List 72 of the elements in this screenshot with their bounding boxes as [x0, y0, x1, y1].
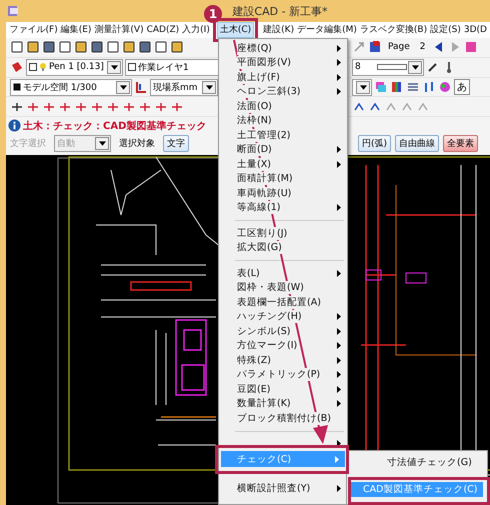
- caret-icon: [412, 64, 418, 70]
- layer-dropdown[interactable]: 作業レイヤ1: [125, 58, 218, 76]
- caret-icon: [120, 84, 126, 90]
- menu-item[interactable]: 工区割り(J): [237, 226, 288, 240]
- menu-item[interactable]: 特殊(Z): [237, 354, 271, 367]
- step-badge: 1: [204, 5, 222, 23]
- pen-dropdown[interactable]: Pen 1 [0.13]: [26, 58, 123, 76]
- menu-item[interactable]: 数量計算(K): [237, 397, 291, 410]
- square-icon: [13, 83, 21, 92]
- menu-item[interactable]: 図枠・表題(W): [237, 281, 304, 294]
- menu-item[interactable]: 方位マーク(I): [237, 339, 298, 352]
- menu-bar-item[interactable]: 建設(K): [262, 23, 296, 37]
- menu-bar-item[interactable]: データ編集(M): [296, 23, 358, 37]
- menu-item[interactable]: ブロック積割付け(B): [237, 412, 331, 425]
- menu-item[interactable]: ハッチング(H): [237, 310, 302, 324]
- page-setup-icon[interactable]: [464, 40, 478, 54]
- menu-bar-item[interactable]: ラスベク変換(B): [358, 23, 429, 37]
- menu-item[interactable]: 土量(X): [237, 158, 271, 171]
- menu-item[interactable]: 旗上げ(F): [237, 70, 280, 84]
- menu-item[interactable]: 法面(O): [237, 100, 272, 113]
- menu-item[interactable]: 等高線(1): [237, 201, 280, 214]
- menu-item[interactable]: 横断設計照査(Y): [237, 482, 310, 496]
- menu-item[interactable]: シンボル(S): [237, 324, 290, 338]
- layers-icon[interactable]: [374, 80, 388, 94]
- menu-item[interactable]: 土工管理(2): [237, 128, 290, 142]
- font-button[interactable]: あ: [454, 79, 470, 96]
- dropdown[interactable]: [352, 78, 372, 96]
- menu-bar-item[interactable]: ファイル(F): [8, 23, 60, 37]
- caret-icon: [206, 84, 212, 90]
- page-icon[interactable]: [368, 40, 382, 54]
- filter-button[interactable]: 円(弧): [358, 135, 392, 152]
- page-label: Page: [388, 42, 410, 52]
- target-label: 選択対象: [119, 138, 155, 150]
- axis-icon[interactable]: [134, 80, 148, 94]
- menu-item[interactable]: 寸法値チェック(G): [347, 455, 487, 470]
- menu-item[interactable]: 断面(D): [237, 143, 272, 156]
- menu-item[interactable]: 拡大図(G): [237, 241, 282, 254]
- menu-item[interactable]: 座標(Q): [237, 42, 272, 55]
- text-button[interactable]: 文字: [163, 135, 189, 152]
- line-width-dropdown[interactable]: 8: [352, 58, 424, 76]
- units-dropdown[interactable]: 現場系mm: [150, 78, 218, 96]
- checkbox-icon: [29, 63, 37, 72]
- menu-bar-item[interactable]: 3D(D: [462, 23, 488, 37]
- menu-bar-item[interactable]: 入力(I): [180, 23, 212, 37]
- menu-item[interactable]: 面積計算(M): [237, 172, 293, 186]
- checkbox-icon: [128, 63, 136, 72]
- page-number: 2: [420, 42, 426, 52]
- menu-item[interactable]: 車両軌跡(U): [237, 186, 292, 200]
- text-select-label: 文字選択: [10, 138, 46, 150]
- palette-icon[interactable]: [438, 80, 452, 94]
- menu-bar-item[interactable]: CAD(Z): [145, 23, 181, 37]
- menu-item[interactable]: 表(L): [237, 266, 260, 280]
- menu-item[interactable]: 法枠(N): [237, 114, 272, 128]
- filter-button[interactable]: 全要素: [443, 135, 478, 152]
- space-dropdown[interactable]: モデル空間 1/300: [10, 78, 132, 96]
- menu-bar-item[interactable]: 編集(E): [59, 23, 93, 37]
- command-title: 土木：チェック：CAD製図基準チェック: [23, 120, 206, 133]
- menu-item[interactable]: 平面図形(V): [237, 56, 291, 70]
- menu-item[interactable]: 表題欄一括配置(A): [237, 296, 321, 309]
- filter-button[interactable]: 自由曲線: [395, 135, 440, 152]
- color-bars-icon[interactable]: [390, 80, 404, 94]
- caret-icon: [360, 84, 366, 90]
- caret-icon: [110, 64, 118, 70]
- window-title: 建設CAD - 新工事*: [232, 4, 328, 18]
- menu-bar-item[interactable]: 測量計算(V): [92, 23, 146, 37]
- menu-bar-item[interactable]: 設定(S): [428, 23, 462, 37]
- menu-item[interactable]: 豆図(E): [237, 382, 270, 396]
- app-icon: [7, 5, 19, 17]
- light-bulb-icon: [39, 63, 47, 72]
- caret-icon: [98, 141, 106, 146]
- menu-item[interactable]: ヘロン三斜(3): [237, 85, 300, 98]
- menu-item[interactable]: パラメトリック(P): [237, 368, 320, 382]
